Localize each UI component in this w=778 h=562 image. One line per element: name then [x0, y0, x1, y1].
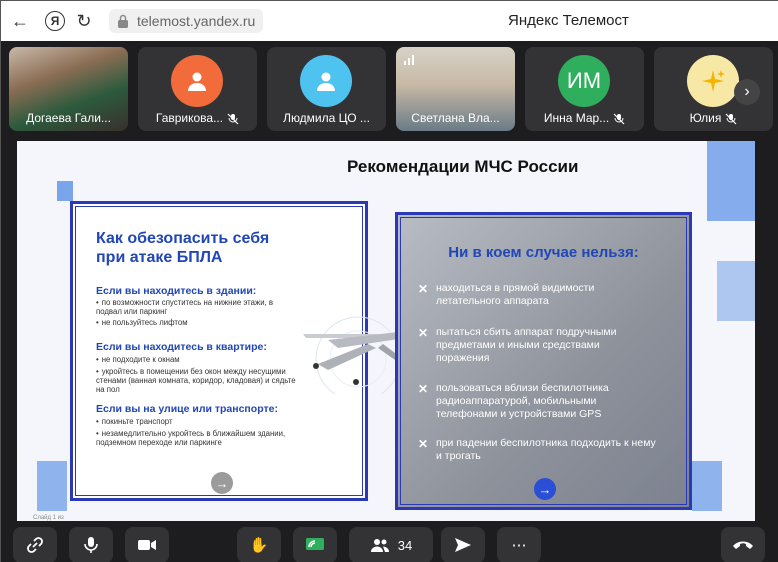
list-item: незамедлительно укройтесь в ближайшем зд…: [96, 429, 296, 447]
hangup-icon[interactable]: [721, 527, 765, 562]
participant-initials: ИМ: [558, 55, 610, 107]
camera-icon[interactable]: [125, 527, 169, 562]
url-text: telemost.yandex.ru: [137, 13, 256, 29]
browser-window: ← Я ↻ telemost.yandex.ru Яндекс Телемост…: [0, 0, 778, 562]
right-panel-heading: Ни в коем случае нельзя:: [448, 244, 639, 261]
arrow-right-icon: →: [211, 472, 233, 494]
decor-block: [717, 261, 755, 321]
reload-icon[interactable]: ↻: [71, 8, 97, 34]
list-item: ✕ находиться в прямой видимости летательн…: [418, 282, 595, 307]
back-icon[interactable]: ←: [7, 8, 33, 34]
slide-title: Рекомендации МЧС России: [347, 157, 579, 176]
left-panel: Как обезопасить себя при атаке БПЛА Если…: [70, 201, 413, 501]
participant-tile[interactable]: Догаева Гали...: [9, 47, 128, 131]
mic-off-icon: [613, 113, 625, 125]
participants-strip: Догаева Гали... Гаврикова... Людмила ЦО …: [1, 41, 778, 135]
send-icon[interactable]: [441, 527, 485, 562]
close-icon: ✕: [418, 326, 429, 340]
browser-toolbar: ← Я ↻ telemost.yandex.ru Яндекс Телемост: [1, 1, 778, 41]
list-item: не подходите к окнам: [96, 355, 296, 364]
right-panel: Ни в коем случае нельзя: ✕ находиться в п…: [395, 212, 692, 510]
section-title: Если вы находитесь в квартире:: [96, 341, 267, 353]
yandex-icon[interactable]: Я: [45, 11, 65, 31]
list-item: укройтесь в помещении без окон между нес…: [96, 367, 296, 394]
list-item: не пользуйтесь лифтом: [96, 318, 296, 327]
participant-tile[interactable]: ИМ Инна Мар...: [525, 47, 644, 131]
participant-name: Юлия: [689, 111, 722, 125]
raise-hand-icon[interactable]: ✋: [237, 527, 281, 562]
address-bar[interactable]: telemost.yandex.ru: [109, 9, 264, 33]
participant-name: Гаврикова...: [155, 111, 224, 125]
decor-block: [37, 461, 67, 511]
list-item: ✕ при падении беспилотника подходить к не…: [418, 437, 656, 462]
sparkles-icon: [687, 55, 739, 107]
arrow-right-icon: →: [534, 478, 556, 500]
close-icon: ✕: [418, 382, 429, 396]
call-toolbar: ✋ 34 ⋯: [1, 521, 778, 562]
participant-name: Догаева Гали...: [26, 111, 111, 125]
participant-tile[interactable]: Светлана Вла...: [396, 47, 515, 131]
participants-button[interactable]: 34: [349, 527, 433, 562]
participant-tile[interactable]: Людмила ЦО ...: [267, 47, 386, 131]
link-icon[interactable]: [13, 527, 57, 562]
user-icon: [171, 55, 223, 107]
section-title: Если вы находитесь в здании:: [96, 285, 257, 297]
chevron-right-icon[interactable]: ›: [734, 79, 760, 105]
list-item: ✕ пытаться сбить аппарат подручными предм…: [418, 326, 617, 364]
signal-icon: [404, 55, 414, 65]
participants-count: 34: [397, 537, 413, 553]
mic-off-icon: [227, 113, 239, 125]
screen-share-icon[interactable]: [293, 527, 337, 562]
presentation-area: Рекомендации МЧС России Как обезопасить …: [1, 135, 778, 521]
presentation-slide: Рекомендации МЧС России Как обезопасить …: [17, 141, 755, 521]
decor-block: [692, 461, 722, 511]
people-icon: [370, 539, 389, 552]
page-title: Яндекс Телемост: [508, 12, 629, 29]
lock-icon: [118, 14, 128, 28]
participant-name: Светлана Вла...: [411, 111, 500, 125]
list-item: покиньте транспорт: [96, 417, 296, 426]
decor-block: [707, 141, 755, 221]
left-panel-heading: Как обезопасить себя при атаке БПЛА: [96, 230, 270, 266]
participant-name: Инна Мар...: [543, 111, 610, 125]
more-icon[interactable]: ⋯: [497, 527, 541, 562]
participant-tile[interactable]: Гаврикова...: [138, 47, 257, 131]
close-icon: ✕: [418, 437, 429, 451]
mic-off-icon: [725, 113, 737, 125]
list-item: по возможности спуститесь на нижние этаж…: [96, 298, 296, 316]
list-item: ✕ пользоваться вблизи беспилотника радиоа…: [418, 382, 609, 420]
close-icon: ✕: [418, 282, 429, 296]
participant-name: Людмила ЦО ...: [283, 111, 370, 125]
microphone-icon[interactable]: [69, 527, 113, 562]
section-title: Если вы на улице или транспорте:: [96, 403, 278, 415]
user-icon: [300, 55, 352, 107]
decor-block: [57, 181, 73, 201]
